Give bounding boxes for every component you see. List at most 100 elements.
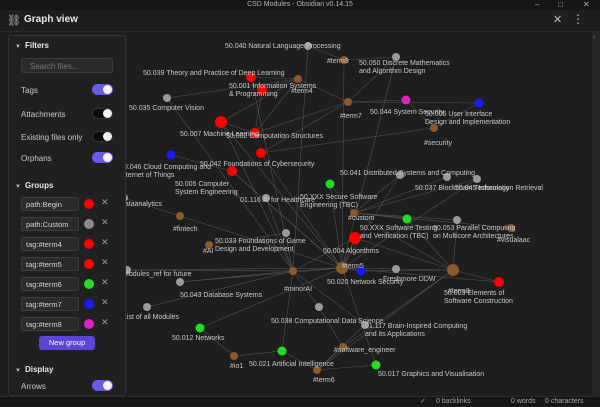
graph-edge (260, 101, 349, 154)
filters-section-header[interactable]: ▼ Filters (15, 41, 49, 50)
graph-node-io1[interactable] (230, 352, 238, 360)
graph-node-label: 50.043 Database Systems (180, 292, 263, 299)
group-query-input[interactable]: path:Begin (21, 197, 79, 211)
remove-group-icon[interactable]: ✕ (101, 317, 109, 328)
graph-edge (347, 99, 407, 103)
collapse-sidebar-strip[interactable]: ‹ (592, 32, 600, 396)
window-close-icon[interactable]: ✕ (583, 0, 590, 10)
label-line: Design and Implementation (425, 119, 510, 126)
group-query-input[interactable]: path:Custom (21, 217, 79, 231)
graph-node-label: #term5 (342, 263, 364, 270)
toggle-knob (103, 109, 112, 118)
label-line: Design and Development (215, 246, 294, 253)
graph-node-gamedesign[interactable] (282, 229, 290, 237)
graph-node-ml[interactable] (215, 116, 227, 128)
graph-node-minorai[interactable] (289, 267, 297, 275)
label-line: and Verification (TBC) (360, 233, 428, 240)
search-files-input[interactable] (21, 58, 113, 73)
group-query-input[interactable]: tag:#term7 (21, 297, 79, 311)
remove-group-icon[interactable]: ✕ (101, 217, 109, 228)
graph-node-label: #term6 (313, 377, 335, 384)
graph-view-icon: ⛓ (7, 15, 21, 27)
label-line: Internet of Things (120, 172, 175, 179)
graph-node-label: #term7 (340, 113, 362, 120)
graph-node-label: #term9 (327, 58, 349, 65)
remove-group-icon[interactable]: ✕ (101, 197, 109, 208)
attachments-toggle[interactable] (92, 108, 113, 119)
graph-node-elements[interactable] (494, 277, 504, 287)
display-section-header[interactable]: ▼ Display (15, 365, 53, 374)
remove-group-icon[interactable]: ✕ (101, 237, 109, 248)
graph-node-secsoft[interactable] (325, 179, 335, 189)
group-query-input[interactable]: tag:#term4 (21, 237, 79, 251)
graph-node-label: 50.017 Graphics and Visualisation (378, 371, 484, 378)
group-color-swatch[interactable] (84, 279, 94, 289)
graph-labels: 50.040 Natural Language Processing #term9… (120, 43, 543, 384)
group-color-swatch[interactable] (84, 199, 94, 209)
chevron-left-icon[interactable]: ‹ (593, 34, 595, 41)
graph-node-label: 50.XXX Software Testing and Verification … (360, 225, 437, 240)
graph-node-listall[interactable] (143, 303, 151, 311)
graph-node-parallel[interactable] (453, 216, 461, 224)
more-options-icon[interactable]: ⋮ (572, 12, 584, 26)
graph-node-t8[interactable] (447, 264, 459, 276)
groups-section-header[interactable]: ▼ Groups (15, 181, 53, 190)
graph-edge (281, 270, 294, 352)
groups-heading: Groups (24, 181, 54, 190)
group-query-input[interactable]: tag:#term5 (21, 257, 79, 271)
maximize-icon[interactable]: □ (558, 0, 563, 10)
graph-node-label: dataanalytics (121, 201, 162, 208)
group-color-swatch[interactable] (84, 259, 94, 269)
orphans-toggle[interactable] (92, 152, 113, 163)
toggle-label-arrows: Arrows (21, 382, 46, 391)
graph-node-cyber[interactable] (256, 148, 266, 158)
new-group-button[interactable]: New group (39, 336, 95, 350)
remove-group-icon[interactable]: ✕ (101, 277, 109, 288)
label-line: 01.117 Brain-Inspired Computing (365, 323, 467, 330)
tags-toggle[interactable] (92, 84, 113, 95)
group-color-swatch[interactable] (84, 299, 94, 309)
arrows-toggle[interactable] (92, 380, 113, 391)
graph-node-fintech[interactable] (176, 212, 184, 220)
existing-files-toggle[interactable] (92, 131, 113, 142)
group-query-input[interactable]: tag:#term6 (21, 277, 79, 291)
graph-node-label: #minorAI (284, 286, 312, 293)
graph-node-label: 50.035 Computer Vision (129, 105, 204, 112)
remove-group-icon[interactable]: ✕ (101, 297, 109, 308)
graph-node-networks[interactable] (195, 323, 205, 333)
graph-node-uid[interactable] (474, 98, 484, 108)
close-view-icon[interactable]: ✕ (553, 13, 562, 26)
toggle-knob (103, 153, 112, 162)
group-color-swatch[interactable] (84, 219, 94, 229)
toggle-label-orphans: Orphans (21, 154, 52, 163)
group-color-swatch[interactable] (84, 239, 94, 249)
label-line: and its Applications (365, 331, 425, 338)
graph-node-label: 50.045 Information Retrieval (455, 185, 543, 192)
label-line: & Programming (229, 91, 278, 98)
display-heading: Display (24, 365, 54, 374)
toggle-knob (103, 85, 112, 94)
label-line: 50.005 Computer (175, 181, 230, 188)
graph-node-label: 50.004 Algorithms (323, 248, 380, 255)
graph-node-graphics[interactable] (371, 360, 381, 370)
group-query-input[interactable]: tag:#term8 (21, 317, 79, 331)
graph-node-label: 50.005 Computer System Engineering (175, 181, 238, 196)
graph-node-label: 50.002 Computation Structures (226, 133, 323, 140)
graph-node-ai021[interactable] (277, 346, 287, 356)
remove-group-icon[interactable]: ✕ (101, 257, 109, 268)
toggle-label-existing-files: Existing files only (21, 133, 83, 142)
graph-node-cv[interactable] (163, 94, 171, 102)
graph-node-db[interactable] (176, 278, 184, 286)
graph-node-syssec[interactable] (401, 95, 411, 105)
graph-node-softtest[interactable] (402, 214, 412, 224)
graph-node-compdata[interactable] (315, 303, 323, 311)
graph-node-t4[interactable] (294, 75, 302, 83)
toggle-label-attachments: Attachments (21, 110, 66, 119)
graph-node-t7[interactable] (344, 98, 352, 106)
graph-node-freshmore[interactable] (392, 265, 400, 273)
graph-node-cloud[interactable] (166, 150, 176, 160)
graph-edge (341, 59, 345, 269)
group-color-swatch[interactable] (84, 319, 94, 329)
graph-edge (260, 127, 435, 154)
minimize-icon[interactable]: – (535, 0, 539, 10)
